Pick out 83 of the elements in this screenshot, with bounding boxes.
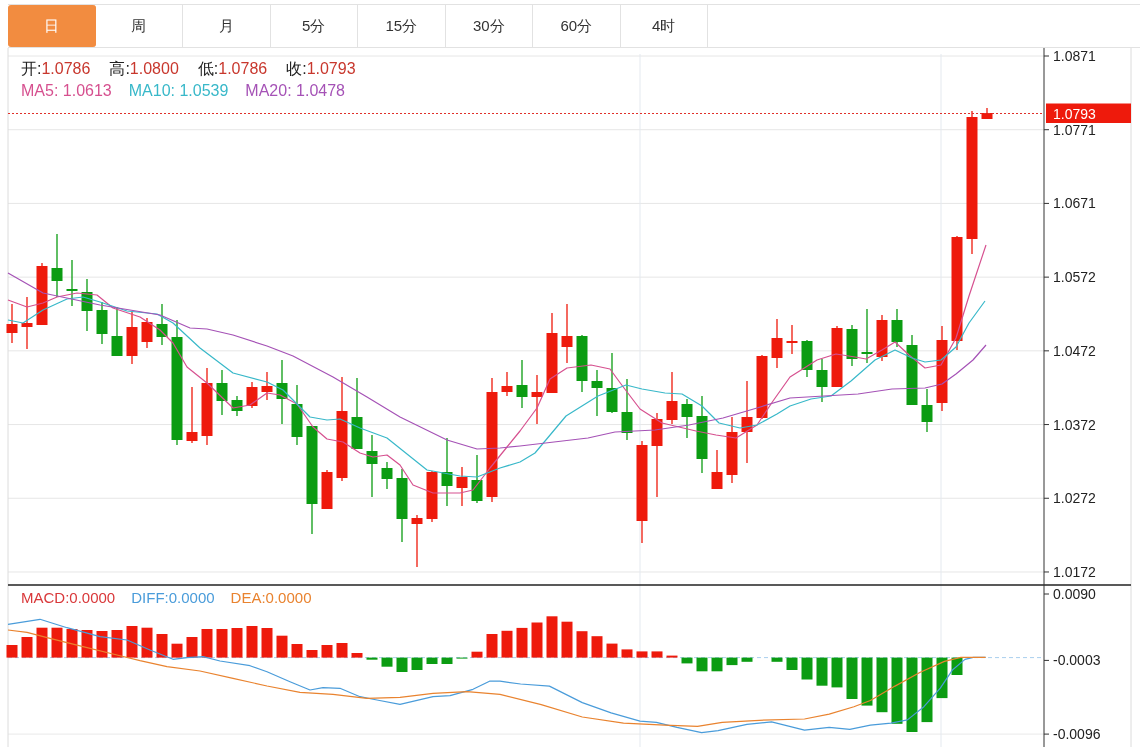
moving-average-reading: MA5: 1.0613 xyxy=(21,81,112,101)
histogram-bar xyxy=(531,622,543,658)
histogram-bar xyxy=(576,631,588,658)
histogram-bar xyxy=(291,644,303,658)
histogram-bar xyxy=(771,657,783,662)
histogram-bar xyxy=(141,627,153,658)
histogram-bar xyxy=(366,657,378,660)
histogram-bar xyxy=(351,653,363,658)
axis-tick-label: -0.0003 xyxy=(1053,652,1101,669)
histogram-bar xyxy=(621,649,633,658)
histogram-bar xyxy=(606,643,618,658)
histogram-bar xyxy=(486,634,498,658)
histogram-bar xyxy=(861,657,873,706)
histogram-bar xyxy=(21,637,33,658)
histogram-bar xyxy=(426,657,438,664)
price-reading: 开:1.0786 xyxy=(21,59,91,79)
histogram-bar xyxy=(681,657,693,664)
histogram-bar xyxy=(921,657,933,723)
histogram-bar xyxy=(156,634,168,658)
histogram-bar xyxy=(216,629,228,658)
histogram-bar xyxy=(66,629,78,658)
histogram-bar xyxy=(381,657,393,667)
histogram-bar xyxy=(81,630,93,658)
histogram-bar xyxy=(591,636,603,658)
histogram-bar xyxy=(171,643,183,658)
histogram-bar xyxy=(201,629,213,658)
histogram-bar xyxy=(336,643,348,658)
histogram-bar xyxy=(96,631,108,658)
histogram-bar xyxy=(231,628,243,658)
histogram-bar xyxy=(846,657,858,699)
axis-tick-label: 1.0671 xyxy=(1053,195,1096,212)
histogram-bar xyxy=(876,657,888,713)
histogram-bar xyxy=(276,635,288,658)
axis-tick-label: 1.0472 xyxy=(1053,342,1096,359)
histogram-bar xyxy=(261,628,273,658)
histogram-bar xyxy=(696,657,708,672)
histogram-bar xyxy=(831,657,843,688)
axis-tick-label: 0.0090 xyxy=(1053,586,1096,602)
axis-tick-label: 1.0871 xyxy=(1053,48,1096,64)
axis-tick-label: 1.0272 xyxy=(1053,490,1096,507)
histogram-bar xyxy=(36,627,48,658)
histogram-bar xyxy=(516,627,528,658)
histogram-bar xyxy=(51,627,63,658)
histogram-bar xyxy=(816,657,828,686)
histogram-bar xyxy=(801,657,813,680)
histogram-bar xyxy=(726,657,738,666)
histogram-bar xyxy=(471,651,483,658)
price-reading: 收:1.0793 xyxy=(286,59,356,79)
histogram-bar xyxy=(636,651,648,658)
axis-tick-label: 1.0372 xyxy=(1053,416,1096,433)
histogram-bar xyxy=(321,645,333,658)
histogram-bar xyxy=(561,621,573,658)
price-reading: 低:1.0786 xyxy=(197,59,268,79)
axis-tick-label: 1.0172 xyxy=(1053,563,1096,580)
price-reading: 高:1.0800 xyxy=(109,59,179,79)
histogram-bar xyxy=(501,630,513,658)
axis-tick-label: -0.0096 xyxy=(1053,726,1101,743)
histogram-bar xyxy=(891,657,903,724)
histogram-bar xyxy=(711,657,723,672)
histogram-bar xyxy=(651,651,663,658)
histogram-bar xyxy=(111,630,123,658)
moving-average-reading: MA20: 1.0478 xyxy=(245,81,345,101)
histogram-bar xyxy=(246,626,258,658)
histogram-bar xyxy=(126,626,138,658)
histogram-bar xyxy=(411,657,423,670)
histogram-bar xyxy=(441,657,453,664)
last-price-tag: 1.0793 xyxy=(1046,103,1131,123)
histogram-bar xyxy=(396,657,408,672)
histogram-bar xyxy=(741,657,753,662)
histogram-bar xyxy=(546,616,558,658)
indicator-reading: DIFF:0.0000 xyxy=(131,588,215,608)
histogram-bar xyxy=(936,657,948,699)
histogram-bar xyxy=(306,650,318,658)
histogram-bar xyxy=(666,655,678,658)
indicator-reading: MACD:0.0000 xyxy=(21,588,116,608)
histogram-bar xyxy=(6,645,18,658)
histogram-bar xyxy=(186,637,198,658)
moving-average-reading: MA10: 1.0539 xyxy=(128,81,229,101)
axis-tick-label: 1.0572 xyxy=(1053,269,1096,286)
histogram-bar xyxy=(786,657,798,670)
histogram-bar xyxy=(951,657,963,675)
axis-tick-label: 1.0771 xyxy=(1053,121,1096,138)
indicator-reading: DEA:0.0000 xyxy=(230,588,312,608)
